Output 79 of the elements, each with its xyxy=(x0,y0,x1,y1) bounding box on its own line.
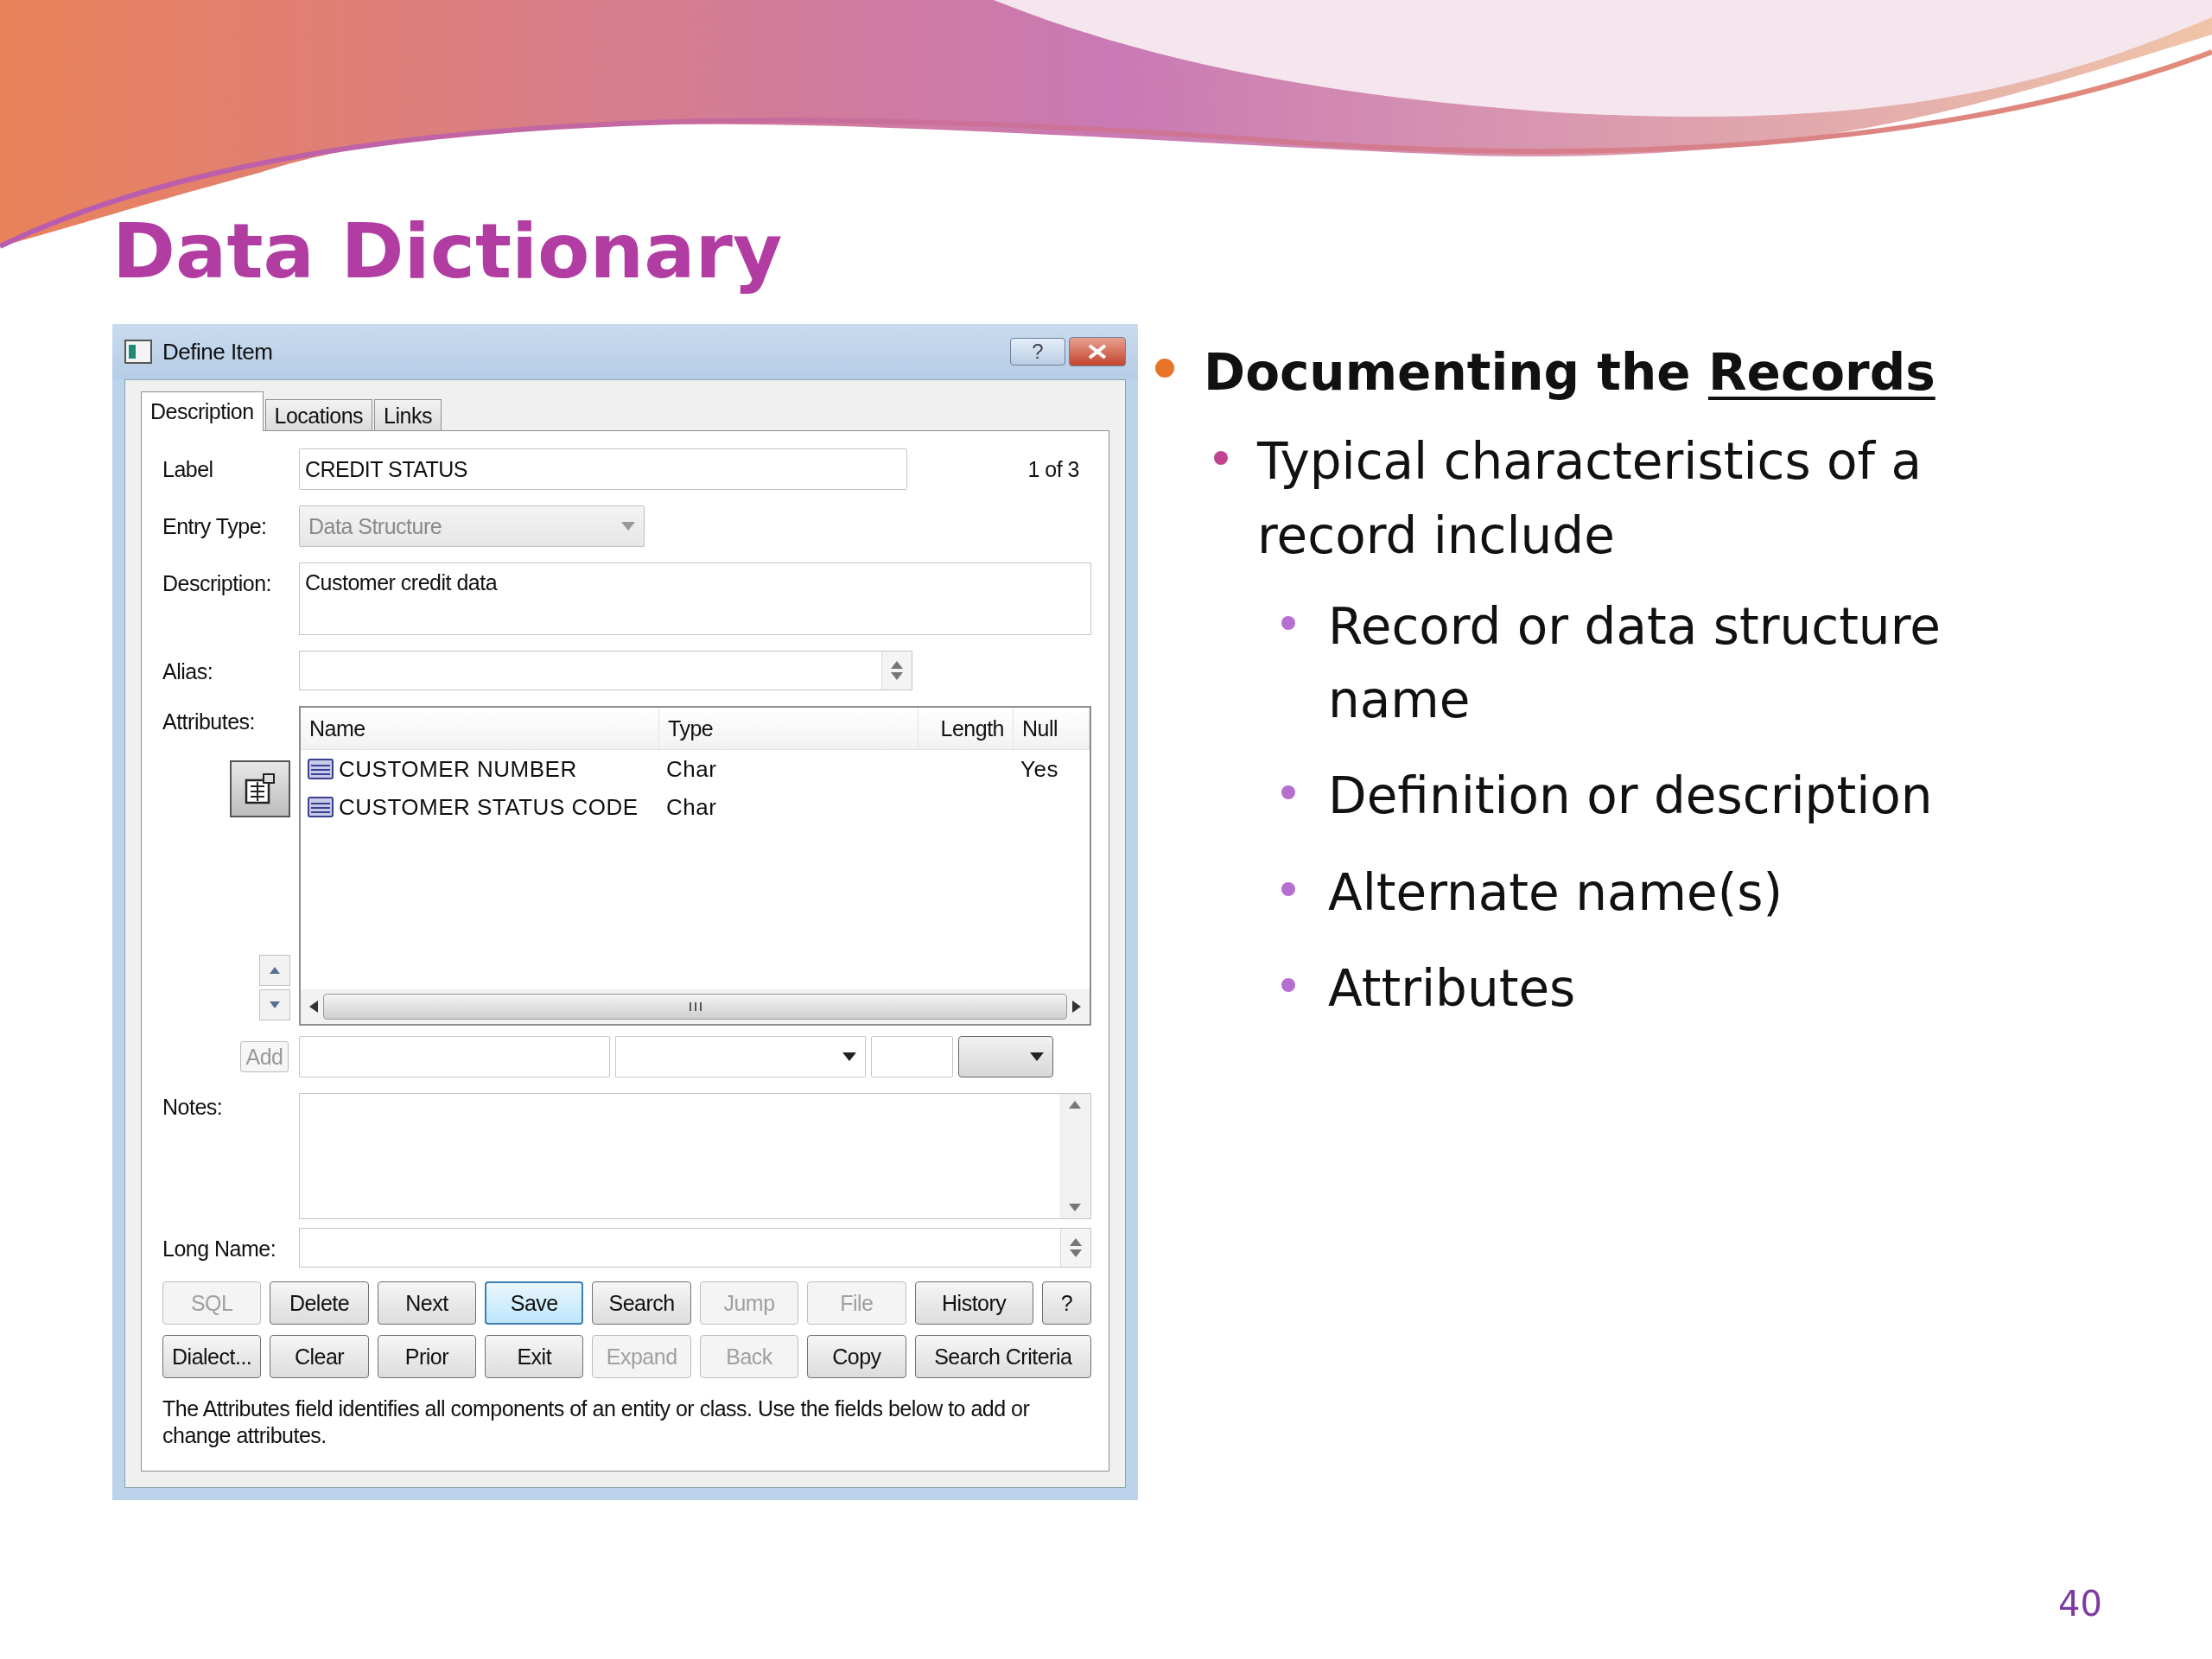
page-number: 40 xyxy=(2058,1584,2102,1624)
help-text: The Attributes field identifies all components of an entity or class. Use the fields below to add or change attributes. xyxy=(162,1395,1031,1450)
dialog-button[interactable]: Copy xyxy=(807,1335,906,1378)
bullet-text: Definition or description xyxy=(1328,766,1934,828)
bullet-text: Typical characteristics of a record include xyxy=(1257,431,1923,567)
tab[interactable]: Locations xyxy=(264,399,373,430)
long-name-field[interactable] xyxy=(299,1228,1091,1268)
bullet-icon xyxy=(1155,359,1174,378)
bullet-icon xyxy=(1281,785,1295,800)
help-button[interactable]: ? xyxy=(1010,338,1065,365)
left-arrow-icon xyxy=(309,1001,318,1013)
field-label: Label xyxy=(162,456,214,482)
document-icon xyxy=(243,772,277,806)
field-label: Notes: xyxy=(162,1094,224,1120)
table-cell: Yes xyxy=(1020,755,1058,783)
table-cell: Char xyxy=(666,755,717,783)
column-header[interactable]: Name xyxy=(301,708,659,750)
dialog-button[interactable]: Delete xyxy=(270,1281,369,1325)
up-arrow-icon[interactable] xyxy=(1069,1101,1081,1109)
field-label: Attributes: xyxy=(162,709,256,734)
slide-title: Data Dictionary xyxy=(112,206,783,297)
null-dropdown-button[interactable] xyxy=(958,1036,1053,1077)
table-icon xyxy=(308,759,334,779)
spin-buttons[interactable] xyxy=(881,652,912,690)
down-arrow-icon[interactable] xyxy=(1069,1204,1081,1211)
window-icon xyxy=(124,340,152,364)
dialog-button[interactable]: Search Criteria xyxy=(914,1335,1091,1378)
move-up-button[interactable] xyxy=(259,955,290,986)
dialog-button[interactable]: Save xyxy=(485,1281,584,1325)
spin-buttons[interactable] xyxy=(1060,1229,1090,1267)
record-counter: 1 of 3 xyxy=(1027,456,1080,482)
dialog-button[interactable]: Next xyxy=(377,1281,477,1325)
bullet-icon xyxy=(1281,881,1295,896)
notes-field[interactable] xyxy=(299,1093,1091,1219)
dialog-button[interactable]: Prior xyxy=(377,1335,477,1378)
tab[interactable]: Links xyxy=(374,399,442,430)
move-down-button[interactable] xyxy=(259,989,290,1020)
bullet-text: Alternate name(s) xyxy=(1328,861,1784,924)
column-header[interactable]: Type xyxy=(659,708,918,750)
down-arrow-icon xyxy=(270,1001,280,1008)
dialog-button[interactable]: Clear xyxy=(270,1335,369,1378)
bullet-icon xyxy=(1281,977,1295,992)
field-label: Long Name: xyxy=(162,1236,277,1262)
dropdown-arrow-icon xyxy=(1030,1052,1044,1061)
dialog-button[interactable]: Exit xyxy=(485,1335,584,1378)
dialog-button[interactable]: History xyxy=(914,1281,1033,1325)
bullet-text: Attributes xyxy=(1328,957,1577,1020)
table-icon xyxy=(308,797,334,817)
dialog-button[interactable]: ? xyxy=(1041,1281,1091,1325)
column-header[interactable]: Length xyxy=(918,708,1014,750)
right-arrow-icon xyxy=(1072,1001,1081,1013)
description-field[interactable]: Customer credit data xyxy=(299,563,1091,635)
alias-field[interactable] xyxy=(299,651,912,690)
dialog-button[interactable]: Dialect... xyxy=(162,1335,262,1378)
bullet-icon xyxy=(1214,451,1228,466)
close-icon xyxy=(1087,344,1108,359)
horizontal-scrollbar[interactable] xyxy=(301,989,1090,1024)
close-button[interactable] xyxy=(1069,337,1126,366)
up-arrow-icon xyxy=(270,967,280,974)
table-cell: CUSTOMER NUMBER xyxy=(339,755,577,783)
bullet-icon xyxy=(1281,615,1295,630)
grip-icon xyxy=(688,1001,702,1012)
dropdown-arrow-icon xyxy=(621,522,635,531)
field-label: Description: xyxy=(162,570,272,596)
bullet-text: Documenting the Records xyxy=(1204,342,1936,404)
label-field[interactable]: CREDIT STATUS xyxy=(299,448,907,490)
bullet-text: Record or data structure name xyxy=(1328,595,1942,731)
edit-attributes-button[interactable] xyxy=(230,760,290,817)
column-header[interactable]: Null xyxy=(1014,708,1090,750)
attribute-length-field[interactable] xyxy=(871,1036,953,1077)
field-label: Alias: xyxy=(162,658,214,684)
dropdown-arrow-icon xyxy=(842,1052,856,1061)
table-cell: CUSTOMER STATUS CODE xyxy=(339,793,639,821)
field-label: Entry Type: xyxy=(162,513,268,539)
dialog-button[interactable]: Search xyxy=(592,1281,691,1325)
window-title: Define Item xyxy=(162,338,274,365)
attribute-name-field[interactable] xyxy=(299,1036,610,1077)
table-cell: Char xyxy=(666,793,717,821)
tab[interactable]: Description xyxy=(141,391,264,431)
